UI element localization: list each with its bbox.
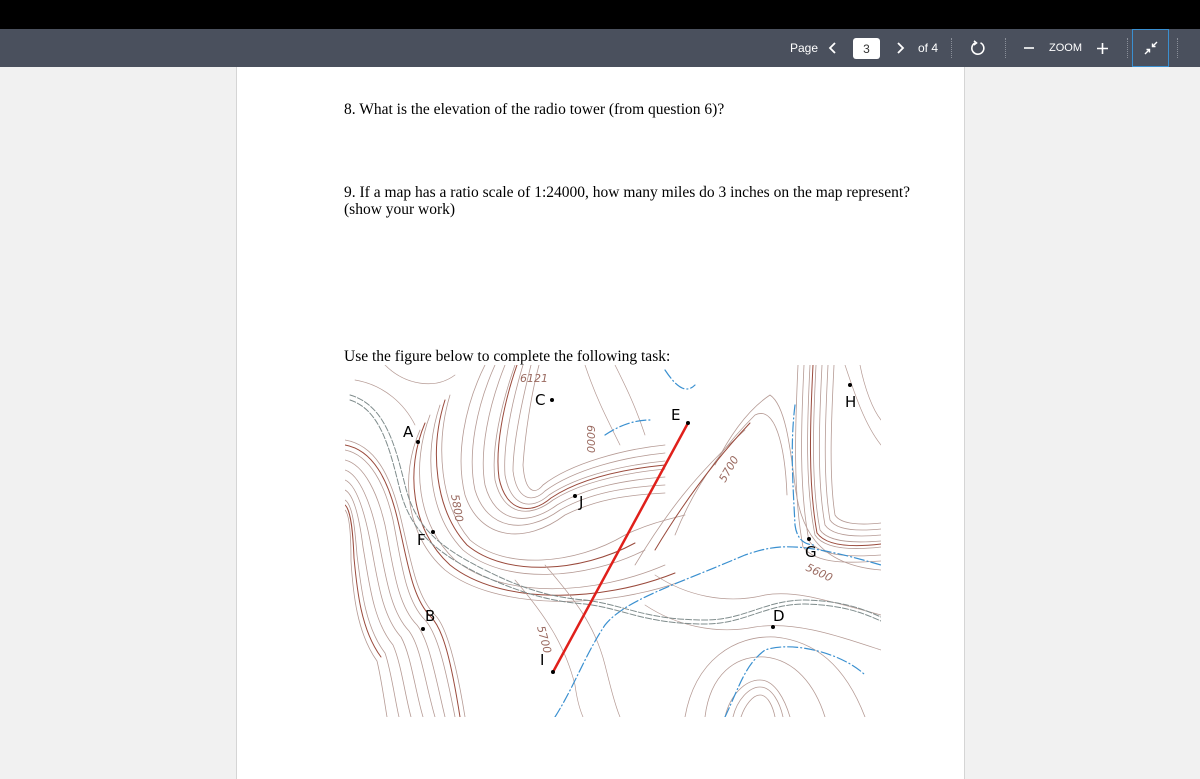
- rotate-icon: [971, 40, 985, 55]
- plus-icon: [1096, 42, 1108, 54]
- toolbar-divider: [1177, 38, 1178, 58]
- contour-group-central-peak: [408, 365, 686, 602]
- page-number-input[interactable]: 3: [853, 38, 880, 59]
- collapse-icon: [1144, 41, 1157, 55]
- point-f-label: F: [417, 531, 426, 549]
- zoom-in-button[interactable]: [1094, 29, 1110, 67]
- elevation-label: 5600: [804, 561, 835, 585]
- contour-group-bottom-left: [345, 439, 466, 717]
- point-d-label: D: [773, 607, 785, 625]
- fit-page-button[interactable]: [1132, 29, 1169, 67]
- prev-page-button[interactable]: [826, 29, 840, 67]
- elevation-label: 5800: [448, 493, 466, 523]
- top-bar: [0, 0, 1200, 29]
- point-g-marker: [807, 537, 811, 541]
- elevation-label: 6121: [520, 372, 548, 385]
- page-count: of 4: [918, 41, 939, 55]
- pdf-toolbar: Page 3 of 4 ZOOM: [0, 29, 1200, 67]
- chevron-right-icon: [897, 42, 905, 54]
- point-f-marker: [431, 530, 435, 534]
- point-h-label: H: [845, 393, 856, 411]
- point-a-marker: [416, 440, 420, 444]
- task-instruction: Use the figure below to complete the fol…: [344, 348, 671, 365]
- point-a-label: A: [403, 423, 414, 441]
- point-e-label: E: [671, 406, 680, 424]
- elevation-label: 5700: [534, 624, 554, 654]
- toolbar-divider: [951, 38, 952, 58]
- point-h-marker: [848, 383, 852, 387]
- zoom-out-button[interactable]: [1021, 29, 1037, 67]
- rotate-button[interactable]: [968, 29, 988, 67]
- streams: [554, 369, 881, 717]
- point-c-marker: [550, 398, 554, 402]
- point-g-label: G: [805, 543, 817, 561]
- contour-group-bottom-right: [684, 636, 866, 717]
- point-b-marker: [421, 627, 425, 631]
- toolbar-divider: [1127, 38, 1128, 58]
- next-page-button[interactable]: [893, 29, 907, 67]
- point-j-label: J: [578, 493, 583, 511]
- page-label: Page: [790, 41, 819, 55]
- point-c-label: C: [535, 391, 545, 409]
- chevron-left-icon: [828, 42, 836, 54]
- point-j-marker: [573, 494, 577, 498]
- point-d-marker: [771, 625, 775, 629]
- question-8: 8. What is the elevation of the radio to…: [344, 101, 725, 118]
- point-b-label: B: [425, 607, 435, 625]
- toolbar-divider: [1005, 38, 1006, 58]
- point-i-marker: [551, 670, 555, 674]
- question-9-line-2: (show your work): [344, 201, 456, 218]
- point-e-marker: [686, 421, 690, 425]
- elevation-label: 6000: [584, 425, 597, 453]
- zoom-label: ZOOM: [1049, 42, 1082, 54]
- minus-icon: [1024, 47, 1034, 49]
- elevation-label: 5700: [716, 454, 741, 485]
- topographic-map: A B C D E F G H I J 6121 6000 5800 5700 …: [345, 365, 881, 717]
- question-9-line-1: 9. If a map has a ratio scale of 1:24000…: [344, 184, 911, 201]
